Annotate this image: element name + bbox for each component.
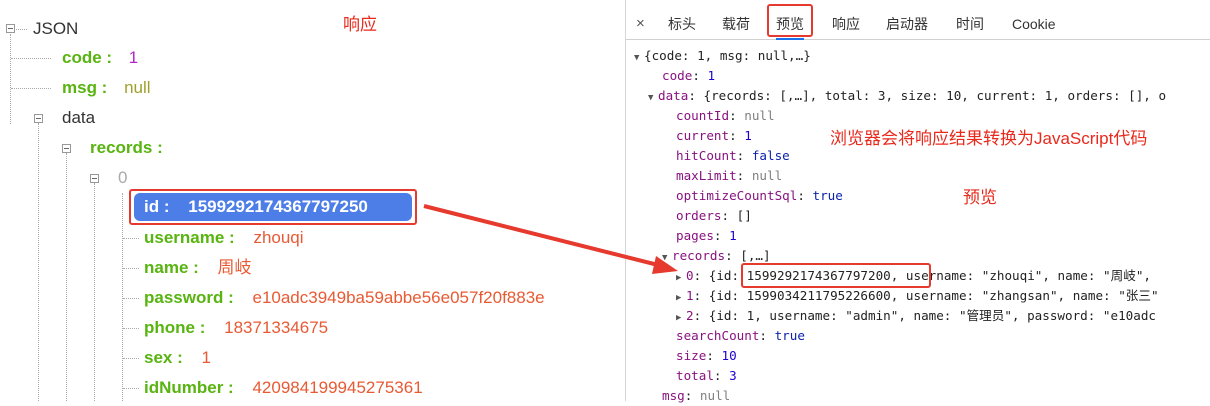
highlight-box-id [129, 189, 417, 225]
preview-record-1[interactable]: ▶ 1: {id: 1599034211795226600, username: … [676, 286, 1159, 306]
preview-orders: orders: [] [676, 208, 752, 223]
tab-headers[interactable]: 标头 [668, 0, 696, 40]
code-value: 1 [128, 48, 139, 67]
preview-size: size: 10 [676, 348, 737, 363]
idnumber-value: 420984199945275361 [252, 378, 423, 397]
preview-countid: countId: null [676, 108, 775, 123]
expand-triangle-icon[interactable]: ▼ [648, 88, 658, 108]
highlight-box-preview-tab [767, 4, 813, 37]
msg-key: msg : [62, 78, 108, 97]
preview-record-2[interactable]: ▶ 2: {id: 1, username: "admin", name: "管理… [676, 306, 1156, 326]
annotation-convert: 浏览器会将响应结果转换为JavaScript代码 [830, 129, 1148, 148]
tree-guide [123, 358, 139, 359]
tab-payload[interactable]: 载荷 [722, 0, 750, 40]
tab-response[interactable]: 响应 [832, 0, 860, 40]
highlight-box-record-id [741, 263, 931, 288]
expand-triangle-icon[interactable]: ▶ [676, 268, 686, 288]
password-value: e10adc3949ba59abbe56e057f20f883e [252, 288, 545, 307]
tree-guide [11, 58, 51, 59]
tree-guide [10, 34, 11, 124]
preview-optimizecountsql: optimizeCountSql: true [676, 188, 843, 203]
phone-value: 18371334675 [224, 318, 329, 337]
preview-hitcount: hitCount: false [676, 148, 790, 163]
tree-node-sex[interactable]: sex : 1 [144, 344, 211, 372]
idnumber-key: idNumber : [144, 378, 234, 397]
devtools-panel: × 标头 载荷 预览 响应 启动器 时间 Cookie ▼ {code: 1, m… [625, 0, 1210, 403]
records-key: records : [90, 138, 163, 157]
index-label: 0 [118, 168, 128, 187]
preview-total: total: 3 [676, 368, 737, 383]
annotation-response: 响应 [343, 15, 377, 34]
tree-guide [123, 328, 139, 329]
collapse-toggle-icon[interactable] [6, 24, 15, 33]
code-key: code : [62, 48, 113, 67]
collapse-toggle-icon[interactable] [90, 174, 99, 183]
preview-current: current: 1 [676, 128, 752, 143]
phone-key: phone : [144, 318, 206, 337]
tree-node-index-0[interactable]: 0 [118, 164, 127, 192]
tree-node-idnumber[interactable]: idNumber : 420984199945275361 [144, 374, 423, 402]
tree-guide [123, 298, 139, 299]
preview-searchcount: searchCount: true [676, 328, 805, 343]
expand-triangle-icon[interactable]: ▼ [662, 248, 672, 268]
tree-node-root[interactable]: JSON [33, 15, 78, 43]
tree-guide [38, 123, 39, 401]
preview-msg: msg: null [662, 388, 731, 403]
preview-maxlimit: maxLimit: null [676, 168, 783, 183]
tab-initiator[interactable]: 启动器 [886, 0, 928, 40]
tree-node-data[interactable]: data [62, 104, 95, 132]
tree-node-password[interactable]: password : e10adc3949ba59abbe56e057f20f8… [144, 284, 545, 312]
tree-guide [123, 268, 139, 269]
username-value: zhouqi [253, 228, 304, 247]
json-tree-viewer: JSON code : 1 msg : null data records : … [0, 0, 625, 401]
root-label: JSON [33, 19, 79, 38]
password-key: password : [144, 288, 234, 307]
sex-key: sex : [144, 348, 183, 367]
annotation-preview: 预览 [963, 188, 997, 207]
msg-value: null [124, 78, 151, 97]
tree-guide [123, 388, 139, 389]
tree-guide [66, 153, 67, 401]
tree-guide [123, 238, 139, 239]
tree-guide [94, 183, 95, 401]
tab-timing[interactable]: 时间 [956, 0, 984, 40]
devtools-tab-bar: × 标头 载荷 预览 响应 启动器 时间 Cookie [626, 0, 1210, 40]
tree-node-records[interactable]: records : [90, 134, 163, 162]
name-key: name : [144, 258, 199, 277]
tree-node-code[interactable]: code : 1 [62, 44, 138, 72]
tree-node-msg[interactable]: msg : null [62, 74, 151, 102]
data-key: data [62, 108, 96, 127]
preview-data[interactable]: ▼ data: {records: [,…], total: 3, size: 1… [648, 86, 1166, 106]
sex-value: 1 [201, 348, 211, 367]
preview-pages: pages: 1 [676, 228, 737, 243]
preview-root[interactable]: ▼ {code: 1, msg: null,…} [634, 46, 811, 66]
collapse-toggle-icon[interactable] [34, 114, 43, 123]
close-icon[interactable]: × [636, 0, 645, 40]
tab-cookies[interactable]: Cookie [1012, 0, 1056, 40]
expand-triangle-icon[interactable]: ▶ [676, 308, 686, 328]
username-key: username : [144, 228, 235, 247]
tree-guide [11, 88, 51, 89]
preview-code: code: 1 [662, 68, 716, 83]
expand-triangle-icon[interactable]: ▶ [676, 288, 686, 308]
collapse-toggle-icon[interactable] [62, 144, 71, 153]
expand-triangle-icon[interactable]: ▼ [634, 48, 644, 68]
name-value: 周岐 [217, 258, 252, 277]
tree-guide [122, 193, 123, 401]
tree-node-phone[interactable]: phone : 18371334675 [144, 314, 328, 342]
tree-node-name[interactable]: name : 周岐 [144, 254, 252, 282]
tree-node-username[interactable]: username : zhouqi [144, 224, 304, 252]
